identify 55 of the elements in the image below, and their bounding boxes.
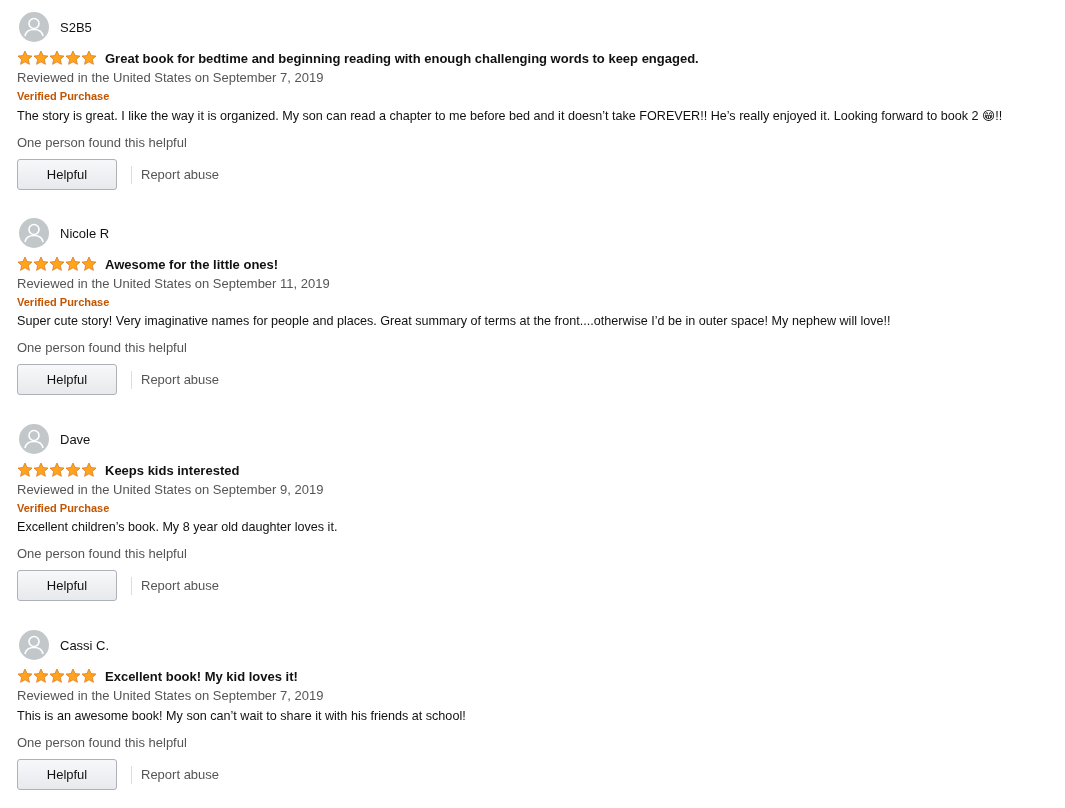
reviewer-name[interactable]: Dave: [60, 431, 91, 447]
star-icon: [49, 256, 65, 272]
review-date: Reviewed in the United States on September 9, 2019: [17, 482, 325, 497]
star-icon: [33, 50, 49, 66]
reviewer-name[interactable]: S2B5: [60, 19, 92, 35]
verified-purchase-label: Verified Purchase: [17, 90, 111, 102]
helpful-count: One person found this helpful: [17, 735, 188, 750]
review-title[interactable]: Great book for bedtime and beginning reading with enough challenging words to keep engaged.: [105, 50, 699, 66]
star-icon: [81, 668, 97, 684]
star-icon: [17, 668, 33, 684]
helpful-count: One person found this helpful: [17, 340, 188, 355]
verified-purchase-label: Verified Purchase: [17, 296, 111, 308]
avatar-icon: [19, 630, 49, 660]
report-abuse-link[interactable]: Report abuse: [141, 767, 220, 782]
star-icon: [33, 256, 49, 272]
review-text: Excellent children’s book. My 8 year old daughter loves it.: [17, 520, 339, 534]
star-icon: [49, 50, 65, 66]
reviewer-name[interactable]: Nicole R: [60, 225, 110, 241]
review-date: Reviewed in the United States on September 11, 2019: [17, 276, 331, 291]
star-icon: [81, 462, 97, 478]
star-icon: [33, 668, 49, 684]
star-icon: [65, 256, 81, 272]
star-icon: [17, 462, 33, 478]
star-icon: [81, 256, 97, 272]
report-abuse-link[interactable]: Report abuse: [141, 167, 220, 182]
star-icon: [49, 462, 65, 478]
star-icon: [49, 668, 65, 684]
review-date: Reviewed in the United States on September 7, 2019: [17, 688, 325, 703]
helpful-count: One person found this helpful: [17, 546, 188, 561]
star-icon: [17, 50, 33, 66]
avatar-icon: [19, 218, 49, 248]
helpful-count: One person found this helpful: [17, 135, 188, 150]
avatar-icon: [19, 12, 49, 42]
report-abuse-link[interactable]: Report abuse: [141, 578, 220, 593]
review-text: Super cute story! Very imaginative names for people and places. Great summary of terms at the front....otherwise I’d be in outer space! My nephew will love!!: [17, 314, 892, 328]
review-title[interactable]: Excellent book! My kid loves it!: [105, 668, 298, 684]
star-icon: [65, 462, 81, 478]
helpful-button[interactable]: Helpful: [17, 570, 117, 601]
review-text: This is an awesome book! My son can’t wait to share it with his friends at school!: [17, 709, 467, 723]
review-text: The story is great. I like the way it is organized. My son can read a chapter to me before bed and it doesn’t take FOREVER!! He’s really enjoyed it. Looking forward to book 2 😁!!: [17, 108, 1004, 123]
review-title[interactable]: Awesome for the little ones!: [105, 256, 279, 272]
star-icon: [33, 462, 49, 478]
avatar-icon: [19, 424, 49, 454]
star-icon: [65, 668, 81, 684]
helpful-button[interactable]: Helpful: [17, 159, 117, 190]
review-title[interactable]: Keeps kids interested: [105, 462, 240, 478]
report-abuse-link[interactable]: Report abuse: [141, 372, 220, 387]
reviewer-name[interactable]: Cassi C.: [60, 637, 110, 653]
star-icon: [81, 50, 97, 66]
star-icon: [17, 256, 33, 272]
helpful-button[interactable]: Helpful: [17, 759, 117, 790]
review-date: Reviewed in the United States on September 7, 2019: [17, 70, 325, 85]
helpful-button[interactable]: Helpful: [17, 364, 117, 395]
star-icon: [65, 50, 81, 66]
verified-purchase-label: Verified Purchase: [17, 502, 111, 514]
